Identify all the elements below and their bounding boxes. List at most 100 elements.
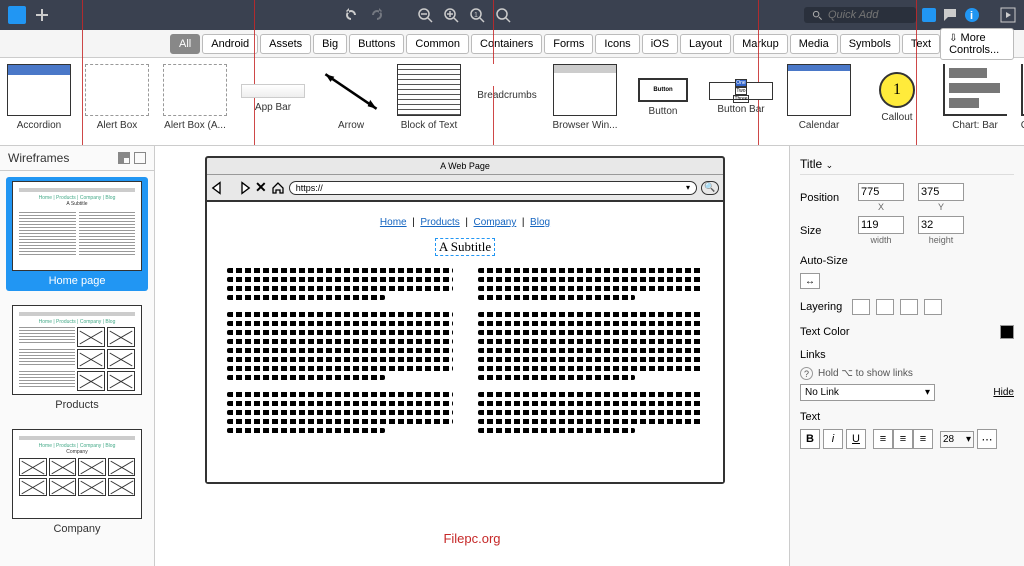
more-controls-button[interactable]: ⇩ More Controls...	[940, 28, 1014, 60]
font-size-select[interactable]: 28▾	[940, 431, 974, 448]
autosize-button[interactable]: ↔	[800, 273, 820, 289]
nav-link[interactable]: Products	[420, 217, 459, 228]
send-back-button[interactable]	[924, 299, 942, 315]
library-item-chart-column[interactable]: Chart: Column	[1014, 58, 1024, 145]
italic-button[interactable]: i	[823, 429, 843, 449]
library-item-app-bar[interactable]: App Bar	[234, 58, 312, 145]
zoom-out-button[interactable]	[417, 7, 433, 23]
pos-x-input[interactable]	[858, 183, 904, 201]
library-item-alert-box-a-[interactable]: Alert Box (A...	[156, 58, 234, 145]
library-label: Breadcrumbs	[468, 90, 546, 101]
nav-link[interactable]: Company	[474, 217, 517, 228]
filter-tab-layout[interactable]: Layout	[680, 34, 731, 54]
library-label: Alert Box	[78, 120, 156, 131]
wireframe-item-company[interactable]: Home | Products | Company | BlogCompanyC…	[6, 425, 148, 539]
wireframe-item-home-page[interactable]: Home | Products | Company | BlogA Subtit…	[6, 177, 148, 291]
nav-link[interactable]: Home	[380, 217, 407, 228]
help-icon[interactable]: ?	[800, 367, 813, 380]
present-button[interactable]	[1000, 7, 1016, 23]
filter-tab-all[interactable]: All	[170, 34, 200, 54]
underline-button[interactable]: U	[846, 429, 866, 449]
filter-tab-media[interactable]: Media	[790, 34, 838, 54]
filter-tab-buttons[interactable]: Buttons	[349, 34, 404, 54]
filter-tab-big[interactable]: Big	[313, 34, 347, 54]
nav-link[interactable]: Blog	[530, 217, 550, 228]
browser-window-mockup[interactable]: A Web Page ✕ https:// 🔍 Home | Products …	[205, 156, 725, 484]
filter-tab-containers[interactable]: Containers	[471, 34, 542, 54]
svg-text:i: i	[970, 10, 973, 22]
new-tab-button[interactable]	[34, 7, 50, 23]
wireframes-title: Wireframes	[8, 151, 69, 165]
canvas-area[interactable]: A Web Page ✕ https:// 🔍 Home | Products …	[155, 146, 789, 566]
app-menu-button[interactable]	[8, 6, 26, 24]
filter-tab-android[interactable]: Android	[202, 34, 258, 54]
library-item-button[interactable]: ButtonButton	[624, 58, 702, 145]
hide-link[interactable]: Hide	[993, 387, 1014, 398]
library-item-chart-bar[interactable]: Chart: Bar	[936, 58, 1014, 145]
library-label: Chart: Bar	[936, 120, 1014, 131]
library-item-browser-win-[interactable]: Browser Win...	[546, 58, 624, 145]
quick-add-search[interactable]	[804, 7, 916, 23]
position-label: Position	[800, 192, 850, 204]
pos-y-input[interactable]	[918, 183, 964, 201]
layering-label: Layering	[800, 301, 842, 313]
prop-element-title[interactable]: Title ⌄	[800, 154, 1014, 175]
filter-tab-icons[interactable]: Icons	[595, 34, 639, 54]
bring-forward-button[interactable]	[852, 299, 870, 315]
library-item-calendar[interactable]: Calendar	[780, 58, 858, 145]
library-item-button-bar[interactable]: OneTwoThreeButton Bar	[702, 58, 780, 145]
filter-tab-common[interactable]: Common	[406, 34, 469, 54]
list-view-icon[interactable]	[134, 152, 146, 164]
filter-tab-symbols[interactable]: Symbols	[840, 34, 900, 54]
comments-icon[interactable]	[942, 7, 958, 23]
top-toolbar: 1 i	[0, 0, 1024, 30]
library-item-accordion[interactable]: Accordion	[0, 58, 78, 145]
filter-tab-ios[interactable]: iOS	[642, 34, 678, 54]
wireframes-panel: Wireframes Home | Products | Company | B…	[0, 146, 155, 566]
filter-tab-text[interactable]: Text	[902, 34, 940, 54]
link-target-select[interactable]: No Link▾	[800, 384, 935, 401]
subtitle-selected-element[interactable]: A Subtitle	[435, 238, 495, 256]
watermark-text: Filepc.org	[443, 531, 500, 546]
library-item-breadcrumbs[interactable]: Breadcrumbs	[468, 58, 546, 145]
align-left-button[interactable]: ≡	[873, 429, 893, 449]
zoom-actual-button[interactable]: 1	[469, 7, 485, 23]
quick-add-input[interactable]	[828, 9, 908, 21]
text-color-label: Text Color	[800, 326, 850, 338]
filter-tab-assets[interactable]: Assets	[260, 34, 311, 54]
info-icon[interactable]: i	[964, 7, 980, 23]
library-item-arrow[interactable]: Arrow	[312, 58, 390, 145]
library-item-callout[interactable]: 1Callout	[858, 58, 936, 145]
library-item-block-of-text[interactable]: Block of Text	[390, 58, 468, 145]
text-block-left	[227, 268, 453, 437]
undo-button[interactable]	[343, 7, 359, 23]
filter-tab-markup[interactable]: Markup	[733, 34, 788, 54]
autosize-label: Auto-Size	[800, 255, 1014, 267]
panel-toggle-1[interactable]	[922, 8, 936, 22]
library-label: Button	[624, 106, 702, 117]
width-input[interactable]	[858, 216, 904, 234]
zoom-in-button[interactable]	[443, 7, 459, 23]
close-x-icon: ✕	[255, 179, 267, 196]
grid-view-icon[interactable]	[118, 152, 130, 164]
send-backward-button[interactable]	[900, 299, 918, 315]
bring-front-button[interactable]	[876, 299, 894, 315]
library-item-alert-box[interactable]: Alert Box	[78, 58, 156, 145]
browser-title: A Web Page	[207, 158, 723, 175]
links-label: Links	[800, 349, 1014, 361]
zoom-fit-button[interactable]	[495, 7, 511, 23]
links-hint: Hold ⌥ to show links	[818, 368, 913, 379]
back-arrow-icon	[211, 180, 229, 196]
library-label: Arrow	[312, 120, 390, 131]
align-right-button[interactable]: ≡	[913, 429, 933, 449]
align-center-button[interactable]: ≡	[893, 429, 913, 449]
wireframe-item-products[interactable]: Home | Products | Company | BlogProducts	[6, 301, 148, 415]
filter-tab-forms[interactable]: Forms	[544, 34, 593, 54]
bold-button[interactable]: B	[800, 429, 820, 449]
library-label: Block of Text	[390, 120, 468, 131]
library-label: Calendar	[780, 120, 858, 131]
text-options-button[interactable]: ⋯	[977, 429, 997, 449]
height-input[interactable]	[918, 216, 964, 234]
text-color-swatch[interactable]	[1000, 325, 1014, 339]
redo-button[interactable]	[369, 7, 385, 23]
